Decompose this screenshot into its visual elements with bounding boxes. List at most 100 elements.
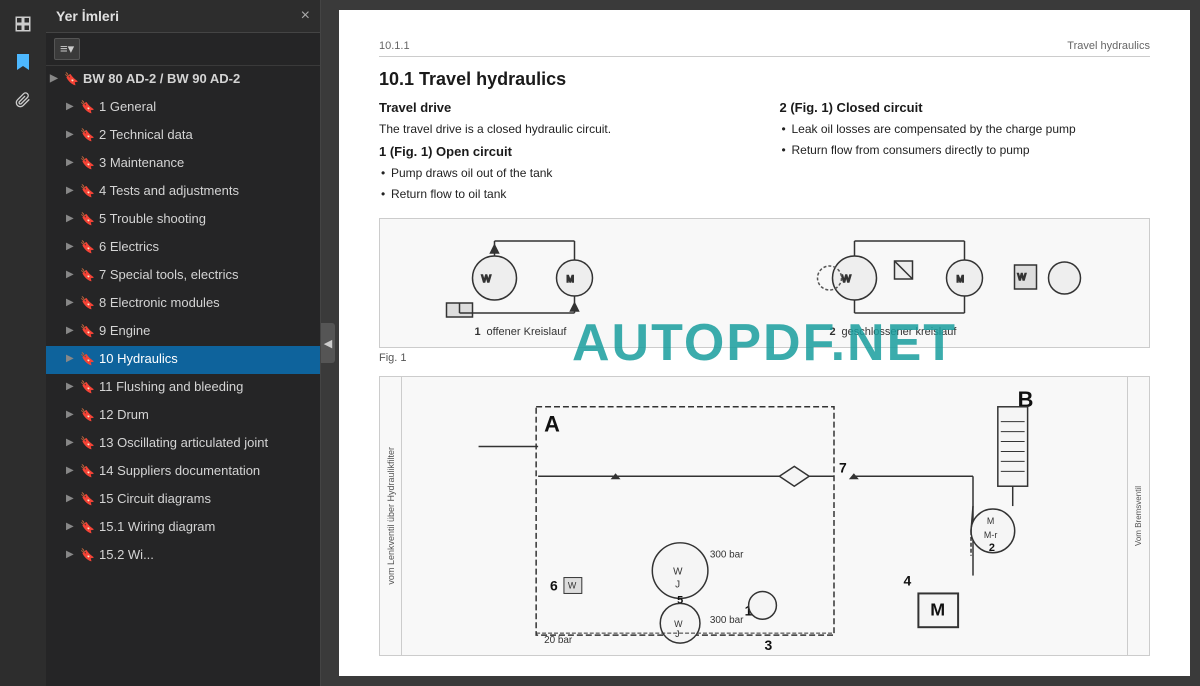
closed-circuit-bullet-1: Leak oil losses are compensated by the c… bbox=[780, 120, 1151, 138]
left-vertical-label: vom Lenkventil über Hydraulikfilter bbox=[386, 447, 396, 585]
sidebar-toolbar: ≡▾ bbox=[46, 33, 320, 66]
tree-item-4[interactable]: ▶ 🔖 4 Tests and adjustments bbox=[46, 178, 320, 206]
svg-text:M: M bbox=[930, 599, 945, 619]
bookmark-icon: 🔖 bbox=[80, 492, 96, 506]
arrow-icon: ▶ bbox=[66, 297, 80, 308]
sidebar-menu-button[interactable]: ≡▾ bbox=[54, 38, 80, 60]
bookmark-icon: 🔖 bbox=[80, 156, 96, 170]
svg-text:J: J bbox=[675, 579, 680, 590]
bookmark-sidebar-button[interactable] bbox=[7, 46, 39, 78]
arrow-icon: ▶ bbox=[66, 213, 80, 224]
bookmark-icon: 🔖 bbox=[80, 324, 96, 338]
bookmark-icon: 🔖 bbox=[80, 296, 96, 310]
svg-text:offener Kreislauf: offener Kreislauf bbox=[487, 326, 568, 338]
bookmark-icon: 🔖 bbox=[64, 72, 80, 86]
svg-text:6: 6 bbox=[550, 577, 558, 593]
bookmark-icon: 🔖 bbox=[80, 464, 96, 478]
diagram-top: W M 1 bbox=[379, 218, 1150, 348]
tree-item-15[interactable]: ▶ 🔖 15 Circuit diagrams bbox=[46, 486, 320, 514]
tree-item-13[interactable]: ▶ 🔖 13 Oscillating articulated joint bbox=[46, 430, 320, 458]
closed-circuit-bullet-2: Return flow from consumers directly to p… bbox=[780, 141, 1151, 159]
svg-text:W: W bbox=[674, 619, 683, 629]
tree-item-label: 10 Hydraulics bbox=[99, 351, 178, 368]
sidebar-panel: Yer İmleri × ≡▾ ▶ 🔖 BW 80 AD-2 / BW 90 A… bbox=[46, 0, 321, 686]
svg-text:M: M bbox=[567, 274, 575, 284]
tree-item-label: 15.1 Wiring diagram bbox=[99, 519, 215, 536]
tree-item-9[interactable]: ▶ 🔖 9 Engine bbox=[46, 318, 320, 346]
sidebar-collapse-button[interactable]: ◀ bbox=[321, 323, 335, 363]
tree-item-label: 2 Technical data bbox=[99, 127, 193, 144]
arrow-icon: ▶ bbox=[66, 101, 80, 112]
tree-item-label: 3 Maintenance bbox=[99, 155, 184, 172]
arrow-icon: ▶ bbox=[50, 73, 64, 84]
svg-text:2: 2 bbox=[989, 542, 995, 554]
tree-item-root[interactable]: ▶ 🔖 BW 80 AD-2 / BW 90 AD-2 bbox=[46, 66, 320, 94]
tree-item-15-1[interactable]: ▶ 🔖 15.1 Wiring diagram bbox=[46, 514, 320, 542]
tree-item-label: 1 General bbox=[99, 99, 156, 116]
svg-text:300 bar: 300 bar bbox=[710, 550, 744, 561]
arrow-icon: ▶ bbox=[66, 325, 80, 336]
arrow-icon: ▶ bbox=[66, 157, 80, 168]
open-circuit-bullet-1: Pump draws oil out of the tank bbox=[379, 164, 750, 182]
clip-button[interactable] bbox=[7, 84, 39, 116]
svg-text:M-r: M-r bbox=[984, 530, 997, 540]
bookmark-icon: 🔖 bbox=[80, 212, 96, 226]
svg-text:W: W bbox=[568, 580, 577, 590]
bookmark-icon: 🔖 bbox=[80, 408, 96, 422]
section-title: 10.1 Travel hydraulics bbox=[379, 69, 1150, 90]
tree-item-1[interactable]: ▶ 🔖 1 General bbox=[46, 94, 320, 122]
tree-item-3[interactable]: ▶ 🔖 3 Maintenance bbox=[46, 150, 320, 178]
main-content: ◀ AUTOPDF.NET 10.1.1 Travel hydraulics 1… bbox=[321, 0, 1200, 686]
tree-item-label: 15.2 Wi... bbox=[99, 547, 154, 564]
open-circuit-title: 1 (Fig. 1) Open circuit bbox=[379, 144, 750, 159]
tree-item-label: 6 Electrics bbox=[99, 239, 159, 256]
tree-item-6[interactable]: ▶ 🔖 6 Electrics bbox=[46, 234, 320, 262]
diagram-bottom: vom Lenkventil über Hydraulikfilter Vom … bbox=[379, 376, 1150, 656]
right-vertical-label-1: Vom Bremsventil bbox=[1134, 486, 1143, 546]
bookmark-icon: 🔖 bbox=[80, 520, 96, 534]
svg-text:4: 4 bbox=[904, 573, 912, 589]
tree-item-label: 4 Tests and adjustments bbox=[99, 183, 239, 200]
svg-text:W: W bbox=[842, 274, 852, 285]
tree-item-12[interactable]: ▶ 🔖 12 Drum bbox=[46, 402, 320, 430]
tree-item-label: 13 Oscillating articulated joint bbox=[99, 435, 268, 452]
arrow-icon: ▶ bbox=[66, 353, 80, 364]
svg-text:1: 1 bbox=[475, 326, 481, 338]
tree-item-2[interactable]: ▶ 🔖 2 Technical data bbox=[46, 122, 320, 150]
tree-item-label: 5 Trouble shooting bbox=[99, 211, 206, 228]
svg-text:2: 2 bbox=[830, 326, 836, 338]
bookmark-icon: 🔖 bbox=[80, 184, 96, 198]
bookmark-icon: 🔖 bbox=[80, 100, 96, 114]
svg-text:W: W bbox=[1018, 272, 1027, 282]
tree-item-label: 9 Engine bbox=[99, 323, 150, 340]
svg-text:M: M bbox=[957, 274, 965, 284]
tree-item-label: 11 Flushing and bleeding bbox=[99, 379, 243, 396]
bookmark-icon: 🔖 bbox=[80, 352, 96, 366]
tree-item-5[interactable]: ▶ 🔖 5 Trouble shooting bbox=[46, 206, 320, 234]
arrow-icon: ▶ bbox=[66, 549, 80, 560]
tree-item-label: BW 80 AD-2 / BW 90 AD-2 bbox=[83, 71, 240, 88]
arrow-icon: ▶ bbox=[66, 129, 80, 140]
tree-item-10[interactable]: ▶ 🔖 10 Hydraulics bbox=[46, 346, 320, 374]
tree-item-label: 15 Circuit diagrams bbox=[99, 491, 211, 508]
svg-text:A: A bbox=[544, 412, 560, 437]
svg-text:M: M bbox=[987, 516, 994, 526]
tree-item-7[interactable]: ▶ 🔖 7 Special tools, electrics bbox=[46, 262, 320, 290]
arrow-icon: ▶ bbox=[66, 521, 80, 532]
col-right: 2 (Fig. 1) Closed circuit Leak oil losse… bbox=[780, 100, 1151, 206]
open-circuit-bullet-2: Return flow to oil tank bbox=[379, 185, 750, 203]
svg-text:7: 7 bbox=[839, 459, 847, 475]
tree-item-15-2[interactable]: ▶ 🔖 15.2 Wi... bbox=[46, 542, 320, 570]
sidebar-close-button[interactable]: × bbox=[301, 8, 310, 24]
bookmark-icon: 🔖 bbox=[80, 548, 96, 562]
tree-item-8[interactable]: ▶ 🔖 8 Electronic modules bbox=[46, 290, 320, 318]
arrow-icon: ▶ bbox=[66, 493, 80, 504]
left-toolbar bbox=[0, 0, 46, 686]
tree-item-14[interactable]: ▶ 🔖 14 Suppliers documentation bbox=[46, 458, 320, 486]
tree-item-label: 12 Drum bbox=[99, 407, 149, 424]
page-header-right: Travel hydraulics bbox=[1067, 40, 1150, 52]
tree-item-11[interactable]: ▶ 🔖 11 Flushing and bleeding bbox=[46, 374, 320, 402]
layers-button[interactable] bbox=[7, 8, 39, 40]
bookmark-icon: 🔖 bbox=[80, 268, 96, 282]
svg-text:W: W bbox=[482, 274, 492, 285]
